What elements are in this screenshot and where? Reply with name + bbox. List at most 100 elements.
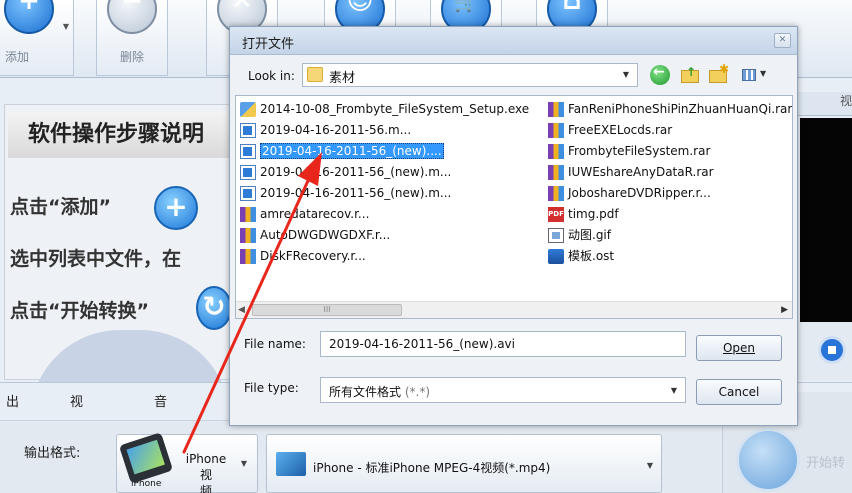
open-button-label: Open bbox=[722, 341, 756, 355]
file-list-item[interactable]: 2014-10-08_Frombyte_FileSystem_Setup.exe bbox=[238, 100, 529, 119]
look-in-value: 素材 bbox=[329, 71, 356, 86]
rar-icon bbox=[548, 165, 564, 180]
file-name-text: timg.pdf bbox=[568, 207, 619, 221]
file-name-label: File name: bbox=[244, 337, 306, 351]
chevron-down-icon[interactable]: ▼ bbox=[63, 22, 69, 31]
file-list-item[interactable]: PDF timg.pdf bbox=[546, 205, 619, 224]
device-line-2: 频 bbox=[199, 484, 212, 493]
gif-icon bbox=[548, 228, 564, 243]
cancel-button-label: Cancel bbox=[718, 385, 760, 399]
guide-step-1: 点击“添加” bbox=[10, 196, 111, 218]
rar-icon bbox=[240, 228, 256, 243]
open-file-dialog: 打开文件 ✕ Look in: 素材 ▼ ↑ ✱ ▼ 2014-10-08_Fr… bbox=[229, 26, 798, 426]
scroll-thumb[interactable]: III bbox=[252, 304, 402, 316]
cancel-button[interactable]: Cancel bbox=[696, 379, 782, 405]
file-type-select[interactable]: 所有文件格式 (*.*) ▼ bbox=[320, 377, 686, 403]
rar-icon bbox=[240, 207, 256, 222]
chevron-down-icon: ▼ bbox=[670, 386, 677, 395]
delete-button-label: 删除 bbox=[119, 50, 144, 64]
look-in-select[interactable]: 素材 ▼ bbox=[302, 63, 638, 87]
minus-icon: − bbox=[107, 0, 157, 34]
file-list-item[interactable]: 2019-04-16-2011-56.m... bbox=[238, 121, 411, 140]
add-button[interactable]: + ▼ 添加 bbox=[0, 0, 74, 76]
file-list-item[interactable]: 2019-04-16-2011-56_(new).... bbox=[238, 142, 444, 161]
video-file-icon bbox=[240, 123, 256, 138]
file-name-text: JoboshareDVDRipper.r... bbox=[568, 186, 711, 200]
chevron-down-icon: ▼ bbox=[622, 70, 629, 79]
preview-header: 视 bbox=[796, 92, 852, 116]
convert-circle-icon: ↻ bbox=[196, 286, 232, 330]
tab-output-format[interactable]: 出格式 bbox=[6, 388, 19, 470]
file-list-item[interactable]: 2019-04-16-2011-56_(new).m... bbox=[238, 184, 451, 203]
add-icon: + bbox=[4, 0, 54, 34]
chevron-down-icon: ▼ bbox=[240, 459, 247, 468]
pdf-icon: PDF bbox=[548, 207, 564, 222]
video-format-icon bbox=[276, 452, 306, 476]
start-convert-label: 开始转 bbox=[806, 456, 846, 471]
file-name-text: 2014-10-08_Frombyte_FileSystem_Setup.exe bbox=[260, 102, 530, 116]
file-name-text: amredatarecov.r... bbox=[260, 207, 370, 221]
look-in-label: Look in: bbox=[248, 69, 295, 83]
setup-icon bbox=[240, 102, 256, 117]
file-list-item[interactable]: 2019-04-16-2011-56_(new).m... bbox=[238, 163, 451, 182]
new-folder-icon[interactable]: ✱ bbox=[708, 62, 729, 85]
delete-button[interactable]: − 删除 bbox=[96, 0, 168, 76]
tab-video-params[interactable]: 视频参数 bbox=[70, 388, 83, 493]
scroll-right-icon[interactable]: ▶ bbox=[781, 305, 788, 315]
file-type-label: File type: bbox=[244, 381, 299, 395]
close-icon[interactable]: ✕ bbox=[774, 33, 791, 48]
output-format-label: 输出格式: bbox=[24, 446, 81, 461]
file-name-text: DiskFRecovery.r... bbox=[260, 249, 366, 263]
format-select[interactable]: iPhone - 标准iPhone MPEG-4视频(*.mp4) ▼ bbox=[266, 434, 662, 493]
file-name-text: 2019-04-16-2011-56_(new).m... bbox=[260, 186, 452, 200]
file-list-item[interactable]: amredatarecov.r... bbox=[238, 205, 369, 224]
rar-icon bbox=[548, 186, 564, 201]
file-list-item[interactable]: FanReniPhoneShiPinZhuanHuanQi.rar bbox=[546, 100, 792, 119]
folder-icon bbox=[307, 67, 323, 82]
file-name-text: 2019-04-16-2011-56_(new).m... bbox=[260, 165, 452, 179]
device-line-1: iPhone视 bbox=[185, 452, 227, 482]
guide-title: 软件操作步骤说明 bbox=[8, 112, 244, 158]
open-button[interactable]: Open bbox=[696, 335, 782, 361]
video-preview bbox=[800, 118, 852, 322]
file-list-item[interactable]: FreeEXELocds.rar bbox=[546, 121, 672, 140]
file-name-text: FreeEXELocds.rar bbox=[568, 123, 673, 137]
view-menu-icon[interactable]: ▼ bbox=[740, 65, 770, 85]
file-list-item[interactable]: 模板.ost bbox=[546, 247, 614, 266]
tab-audio-params[interactable]: 音频参数 bbox=[154, 388, 167, 493]
file-name-text: 2019-04-16-2011-56.m... bbox=[260, 123, 412, 137]
format-value: iPhone - 标准iPhone MPEG-4视频(*.mp4) bbox=[313, 461, 551, 475]
guide-step-3: 点击“开始转换” bbox=[10, 300, 149, 322]
stop-button[interactable] bbox=[818, 336, 846, 364]
scroll-left-icon[interactable]: ◀ bbox=[238, 305, 245, 315]
back-icon[interactable] bbox=[650, 64, 670, 85]
video-file-icon bbox=[240, 165, 256, 180]
file-name-text: 模板.ost bbox=[568, 249, 615, 263]
add-button-label: 添加 bbox=[5, 50, 30, 64]
file-list-item[interactable]: FrombyteFileSystem.rar bbox=[546, 142, 710, 161]
ost-icon bbox=[548, 249, 564, 264]
file-type-value: 所有文件格式 bbox=[329, 385, 402, 399]
file-list-item[interactable]: AutoDWGDWGDXF.r... bbox=[238, 226, 390, 245]
file-list-item[interactable]: JoboshareDVDRipper.r... bbox=[546, 184, 711, 203]
start-convert-button[interactable] bbox=[736, 428, 800, 492]
dialog-titlebar[interactable]: 打开文件 ✕ bbox=[230, 27, 797, 55]
up-folder-icon[interactable]: ↑ bbox=[680, 65, 700, 85]
file-name-input[interactable] bbox=[320, 331, 686, 357]
file-name-text: IUWEshareAnyDataR.rar bbox=[568, 165, 714, 179]
dialog-title: 打开文件 bbox=[242, 37, 295, 52]
file-list-item[interactable]: 动图.gif bbox=[546, 226, 611, 245]
file-list-item[interactable]: DiskFRecovery.r... bbox=[238, 247, 366, 266]
horizontal-scrollbar[interactable]: ◀ III ▶ bbox=[236, 301, 792, 318]
file-list-item[interactable]: IUWEshareAnyDataR.rar bbox=[546, 163, 714, 182]
file-name-text: FanReniPhoneShiPinZhuanHuanQi.rar bbox=[568, 102, 793, 116]
video-file-icon bbox=[240, 144, 256, 159]
chevron-down-icon: ▼ bbox=[646, 461, 653, 470]
guide-step-2: 选中列表中文件，在 bbox=[10, 248, 182, 270]
rar-icon bbox=[548, 144, 564, 159]
file-list[interactable]: 2014-10-08_Frombyte_FileSystem_Setup.exe… bbox=[235, 95, 793, 319]
rar-icon bbox=[240, 249, 256, 264]
rar-icon bbox=[548, 123, 564, 138]
file-type-pattern: (*.*) bbox=[404, 385, 431, 399]
rar-icon bbox=[548, 102, 564, 117]
